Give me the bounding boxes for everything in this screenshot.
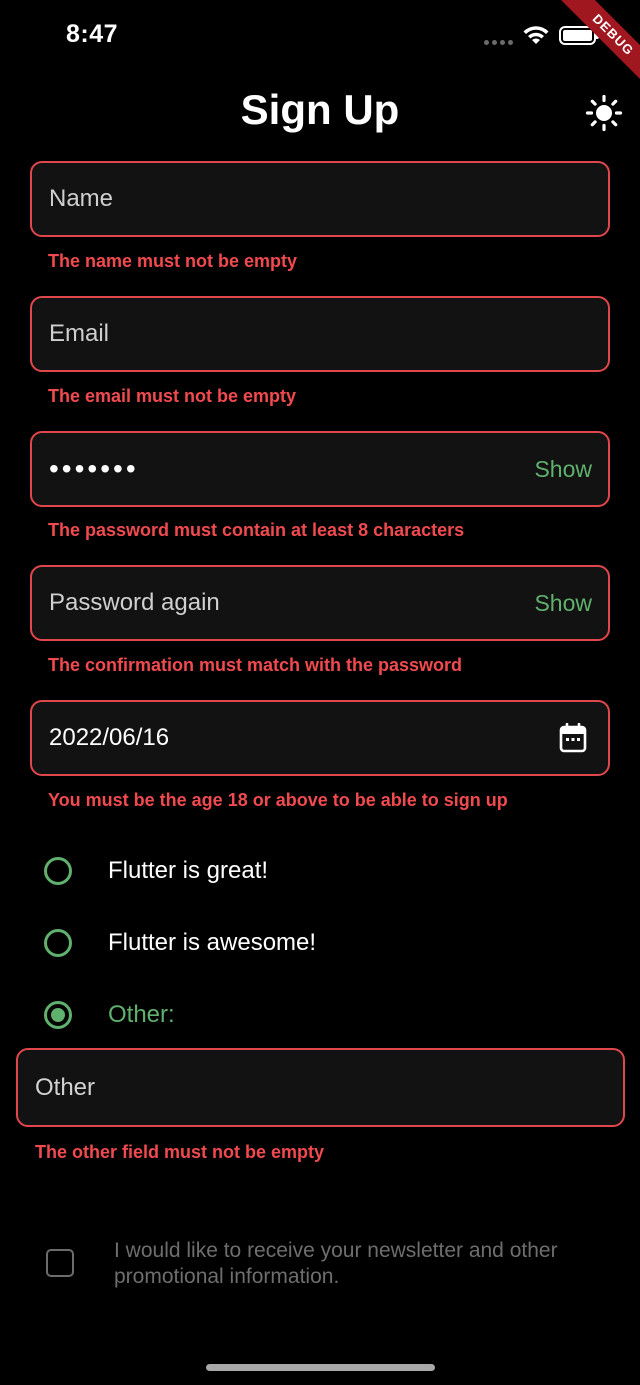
calendar-icon[interactable] <box>559 723 587 753</box>
name-placeholder: Name <box>49 185 114 212</box>
password-again-placeholder: Password again <box>49 589 220 616</box>
other-field[interactable]: Other <box>16 1048 625 1127</box>
name-error: The name must not be empty <box>48 251 298 271</box>
password-again-show-button[interactable]: Show <box>534 590 592 617</box>
radio-label: Other: <box>108 1001 175 1028</box>
radio-option-great[interactable]: Flutter is great! <box>44 857 268 885</box>
password-field[interactable]: ••••••• Show <box>30 431 610 507</box>
other-error: The other field must not be empty <box>35 1142 325 1162</box>
newsletter-label: I would like to receive your newsletter … <box>114 1239 558 1288</box>
email-field[interactable]: Email <box>30 296 610 372</box>
name-field[interactable]: Name <box>30 161 610 237</box>
radio-option-other[interactable]: Other: <box>44 1001 175 1029</box>
password-value: ••••••• <box>49 453 139 484</box>
other-placeholder: Other <box>35 1073 96 1101</box>
sun-icon <box>585 94 623 132</box>
newsletter-checkbox[interactable] <box>46 1249 74 1277</box>
cellular-signal-icon <box>484 40 513 45</box>
radio-label: Flutter is awesome! <box>108 929 317 956</box>
radio-button-selected[interactable] <box>44 1001 72 1029</box>
email-error: The email must not be empty <box>48 386 297 406</box>
theme-toggle-button[interactable] <box>584 93 624 133</box>
status-time: 8:47 <box>66 20 119 48</box>
radio-button[interactable] <box>44 929 72 957</box>
birthdate-value: 2022/06/16 <box>49 724 170 751</box>
radio-label: Flutter is great! <box>108 857 269 884</box>
email-placeholder: Email <box>49 320 110 347</box>
page-title: Sign Up <box>240 86 400 133</box>
birthdate-field[interactable]: 2022/06/16 <box>30 700 610 776</box>
password-again-field[interactable]: Password again Show <box>30 565 610 641</box>
password-error: The password must contain at least 8 cha… <box>48 520 465 540</box>
password-show-button[interactable]: Show <box>534 456 592 483</box>
home-indicator[interactable] <box>206 1364 435 1371</box>
debug-banner-label: DEBUG <box>551 0 640 97</box>
radio-option-awesome[interactable]: Flutter is awesome! <box>44 929 316 957</box>
birthdate-error: You must be the age 18 or above to be ab… <box>48 790 508 810</box>
password-again-error: The confirmation must match with the pas… <box>48 655 463 675</box>
radio-button[interactable] <box>44 857 72 885</box>
